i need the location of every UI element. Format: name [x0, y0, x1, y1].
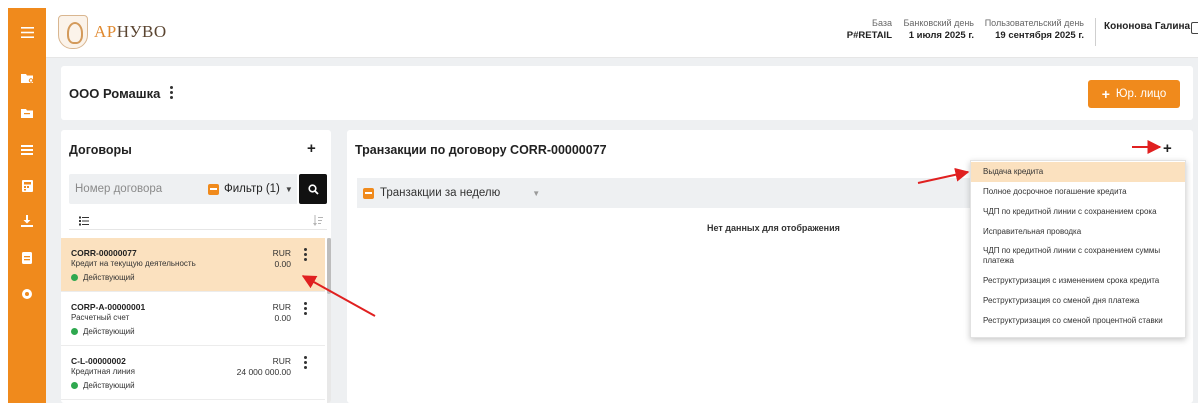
add-contract-button[interactable]: + [307, 140, 316, 157]
contract-more-icon[interactable] [300, 301, 310, 315]
contract-amount: 0.00 [274, 313, 291, 323]
menu-item-full-early-repayment[interactable]: Полное досрочное погашение кредита [971, 182, 1185, 202]
menu-item-restructure-payment-day[interactable]: Реструктуризация со сменой дня платежа [971, 291, 1185, 311]
contract-status: Действующий [71, 381, 135, 390]
menu-item-partial-repayment-keep-payment[interactable]: ЧДП по кредитной линии с сохранением сум… [971, 243, 1185, 269]
header-divider [1095, 18, 1096, 46]
contract-number-input[interactable] [69, 174, 201, 204]
status-dot [71, 274, 78, 281]
contract-item[interactable]: CORR-00000077 Кредит на текущую деятельн… [61, 238, 325, 292]
list-toolbar [69, 210, 327, 230]
download-icon[interactable] [17, 211, 37, 231]
transaction-type-menu: Выдача кредита Полное досрочное погашени… [970, 160, 1186, 338]
company-card: ООО Ромашка + Юр. лицо [61, 66, 1193, 120]
calculator-icon[interactable] [17, 176, 37, 196]
logo-emblem [58, 15, 88, 49]
contract-id: C-L-00000002 [71, 356, 126, 366]
logo-text: АРНУВО [94, 22, 167, 41]
status-dot [71, 382, 78, 389]
contract-status: Действующий [71, 273, 135, 282]
menu-item-restructure-interest-rate[interactable]: Реструктуризация со сменой процентной ст… [971, 311, 1185, 331]
user-name[interactable]: Кононова Галина [1104, 21, 1190, 32]
company-name: ООО Ромашка [69, 86, 161, 101]
empty-state-message: Нет данных для отображения [707, 223, 840, 233]
user-day-label: Пользовательский день [984, 18, 1084, 28]
plus-icon: + [1101, 86, 1110, 102]
company-more-icon[interactable] [166, 85, 176, 99]
bank-day-value: 1 июля 2025 г. [908, 30, 974, 41]
contract-type: Кредит на текущую деятельность [71, 259, 196, 268]
search-button[interactable] [299, 174, 327, 204]
status-text: Действующий [83, 273, 135, 282]
document-icon[interactable] [17, 248, 37, 268]
add-legal-entity-button[interactable]: + Юр. лицо [1088, 80, 1180, 108]
contract-more-icon[interactable] [300, 355, 310, 369]
contract-currency: RUR [272, 356, 291, 366]
chevron-down-icon: ▼ [532, 188, 541, 198]
menu-item-partial-repayment-keep-term[interactable]: ЧДП по кредитной линии с сохранением сро… [971, 202, 1185, 222]
contracts-scrollbar[interactable] [327, 238, 331, 403]
contract-status: Действующий [71, 327, 135, 336]
list-view-icon[interactable] [79, 213, 89, 231]
menu-item-restructure-term[interactable]: Реструктуризация с изменением срока кред… [971, 271, 1185, 291]
status-dot [71, 328, 78, 335]
filter-label: Фильтр (1) [224, 183, 280, 195]
menu-icon[interactable] [17, 22, 37, 42]
contract-id: CORP-A-00000001 [71, 302, 146, 312]
base-label: База [872, 18, 892, 28]
user-day-info: Пользовательский день 19 сентября 2025 г… [981, 17, 1084, 43]
bank-day-info: Банковский день 1 июля 2025 г. [896, 17, 974, 43]
menu-item-credit-issue[interactable]: Выдача кредита [971, 162, 1185, 182]
settings-icon[interactable] [17, 284, 37, 304]
status-text: Действующий [83, 381, 135, 390]
contract-type: Расчетный счет [71, 313, 130, 322]
user-day-value: 19 сентября 2025 г. [995, 30, 1084, 41]
side-navigation [8, 8, 46, 403]
contract-item[interactable]: CORP-A-00000001 Расчетный счет Действующ… [61, 292, 325, 346]
logout-icon[interactable] [1191, 22, 1198, 34]
contracts-title: Договоры [69, 143, 132, 157]
base-value: P#RETAIL [846, 30, 892, 41]
contracts-panel: Договоры + Фильтр (1) ▼ CORR-00000077 Кр… [61, 130, 331, 403]
filter-dropdown[interactable]: Фильтр (1) ▼ [201, 174, 297, 204]
scrollbar-thumb[interactable] [327, 238, 331, 294]
contract-amount: 24 000 000.00 [236, 367, 291, 377]
search-icon [307, 183, 319, 195]
top-bar: АРНУВО База P#RETAIL Банковский день 1 и… [46, 8, 1198, 58]
period-dropdown[interactable]: Транзакции за неделю ▼ [357, 178, 972, 208]
filter-toggle-icon [208, 183, 219, 195]
contract-id: CORR-00000077 [71, 248, 137, 258]
folder-icon[interactable] [17, 103, 37, 123]
base-info: База P#RETAIL [842, 17, 892, 43]
add-legal-entity-label: Юр. лицо [1115, 88, 1167, 100]
contract-more-icon[interactable] [300, 247, 310, 261]
menu-item-correction-entry[interactable]: Исправительная проводка [971, 222, 1185, 242]
sort-icon[interactable] [313, 213, 323, 231]
contract-currency: RUR [272, 302, 291, 312]
add-transaction-button[interactable]: + [1163, 140, 1172, 157]
list-icon[interactable] [17, 140, 37, 160]
chevron-down-icon: ▼ [284, 184, 293, 194]
contract-type: Кредитная линия [71, 367, 135, 376]
contract-item[interactable]: C-L-00000002 Кредитная линия Действующий… [61, 346, 325, 400]
contract-amount: 0.00 [274, 259, 291, 269]
period-label: Транзакции за неделю [380, 187, 501, 199]
period-toggle-icon [363, 187, 374, 199]
contract-currency: RUR [272, 248, 291, 258]
status-text: Действующий [83, 327, 135, 336]
app-logo[interactable]: АРНУВО [58, 14, 167, 50]
bank-day-label: Банковский день [903, 18, 974, 28]
folder-gear-icon[interactable] [17, 68, 37, 88]
transactions-title: Транзакции по договору CORR-00000077 [355, 143, 607, 157]
